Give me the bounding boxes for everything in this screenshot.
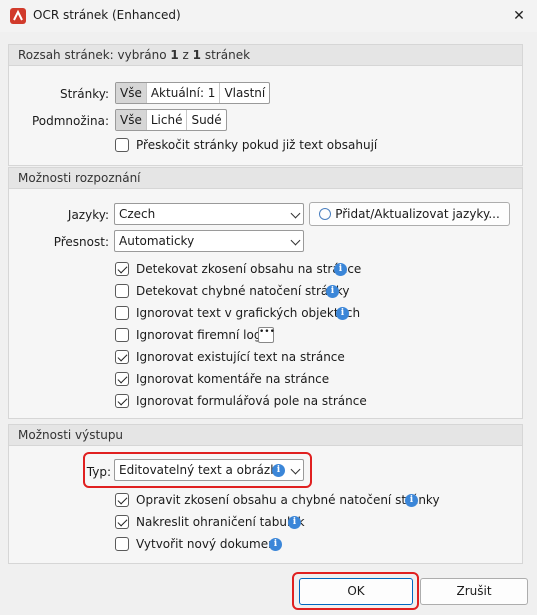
window-title: OCR stránek (Enhanced) bbox=[33, 8, 181, 22]
ignore-logos-checkbox[interactable] bbox=[115, 328, 129, 342]
subset-option-even[interactable]: Sudé bbox=[187, 110, 225, 130]
cancel-button[interactable]: Zrušit bbox=[420, 578, 528, 605]
more-options-button[interactable]: ••• bbox=[258, 327, 275, 343]
fix-skew-label: Opravit zkosení obsahu a chybné natočení… bbox=[136, 493, 440, 507]
draw-table-borders-label: Nakreslit ohraničení tabulek bbox=[136, 515, 305, 529]
detect-rotation-label: Detekovat chybné natočení stránky bbox=[136, 284, 350, 298]
fix-skew-checkbox[interactable] bbox=[115, 493, 129, 507]
detect-skew-checkbox[interactable] bbox=[115, 262, 129, 276]
title-bar: OCR stránek (Enhanced) ✕ bbox=[0, 0, 537, 32]
languages-label: Jazyky: bbox=[67, 208, 109, 222]
globe-icon bbox=[319, 208, 332, 220]
ignore-existing-text-label: Ignorovat existující text na stránce bbox=[136, 350, 345, 364]
page-range-header: Rozsah stránek: vybráno 1 z 1 stránek bbox=[9, 45, 522, 66]
subset-label: Podmnožina: bbox=[31, 114, 109, 128]
accuracy-label: Přesnost: bbox=[53, 235, 109, 249]
ignore-form-fields-checkbox[interactable] bbox=[115, 394, 129, 408]
output-header: Možnosti výstupu bbox=[9, 425, 522, 446]
ignore-existing-text-checkbox[interactable] bbox=[115, 350, 129, 364]
ignore-form-fields-label: Ignorovat formulářová pole na stránce bbox=[136, 394, 367, 408]
ignore-graphic-text-checkbox[interactable] bbox=[115, 306, 129, 320]
draw-table-borders-checkbox[interactable] bbox=[115, 515, 129, 529]
pages-option-custom[interactable]: Vlastní bbox=[220, 83, 269, 103]
pages-label: Stránky: bbox=[59, 87, 109, 101]
info-icon[interactable]: i bbox=[272, 464, 285, 477]
skip-pages-checkbox[interactable] bbox=[115, 138, 129, 152]
chevron-down-icon bbox=[290, 235, 301, 246]
chevron-down-icon bbox=[290, 208, 301, 219]
languages-select[interactable]: Czech bbox=[114, 203, 304, 225]
pages-segmented[interactable]: Vše Aktuální: 1 Vlastní bbox=[115, 82, 271, 104]
subset-option-all[interactable]: Vše bbox=[116, 110, 147, 130]
ignore-comments-checkbox[interactable] bbox=[115, 372, 129, 386]
detect-skew-label: Detekovat zkosení obsahu na stránce bbox=[136, 262, 362, 276]
new-document-label: Vytvořit nový dokument bbox=[136, 537, 281, 551]
ignore-graphic-text-label: Ignorovat text v grafických objektech bbox=[136, 306, 361, 320]
chevron-down-icon bbox=[290, 464, 301, 475]
subset-option-odd[interactable]: Liché bbox=[147, 110, 188, 130]
pages-option-all[interactable]: Vše bbox=[116, 83, 147, 103]
ignore-comments-label: Ignorovat komentáře na stránce bbox=[136, 372, 330, 386]
info-icon[interactable]: i bbox=[405, 494, 418, 507]
info-icon[interactable]: i bbox=[334, 263, 347, 276]
output-type-select[interactable]: Editovatelný text a obrázky i bbox=[114, 459, 304, 481]
new-document-checkbox[interactable] bbox=[115, 537, 129, 551]
close-icon[interactable]: ✕ bbox=[507, 4, 531, 28]
add-languages-button[interactable]: Přidat/Aktualizovat jazyky... bbox=[309, 202, 510, 226]
info-icon[interactable]: i bbox=[288, 516, 301, 529]
ignore-logos-label: Ignorovat firemní loga bbox=[136, 328, 269, 342]
info-icon[interactable]: i bbox=[336, 307, 349, 320]
detect-rotation-checkbox[interactable] bbox=[115, 284, 129, 298]
app-icon bbox=[10, 8, 26, 24]
type-label: Typ: bbox=[86, 465, 111, 479]
subset-segmented[interactable]: Vše Liché Sudé bbox=[115, 109, 227, 131]
pages-option-current[interactable]: Aktuální: 1 bbox=[147, 83, 221, 103]
ok-button[interactable]: OK bbox=[299, 578, 413, 605]
accuracy-select[interactable]: Automaticky bbox=[114, 230, 304, 252]
recognition-header: Možnosti rozpoznání bbox=[9, 168, 522, 189]
info-icon[interactable]: i bbox=[269, 538, 282, 551]
skip-pages-label: Přeskočit stránky pokud již text obsahuj… bbox=[136, 138, 378, 152]
info-icon[interactable]: i bbox=[326, 285, 339, 298]
